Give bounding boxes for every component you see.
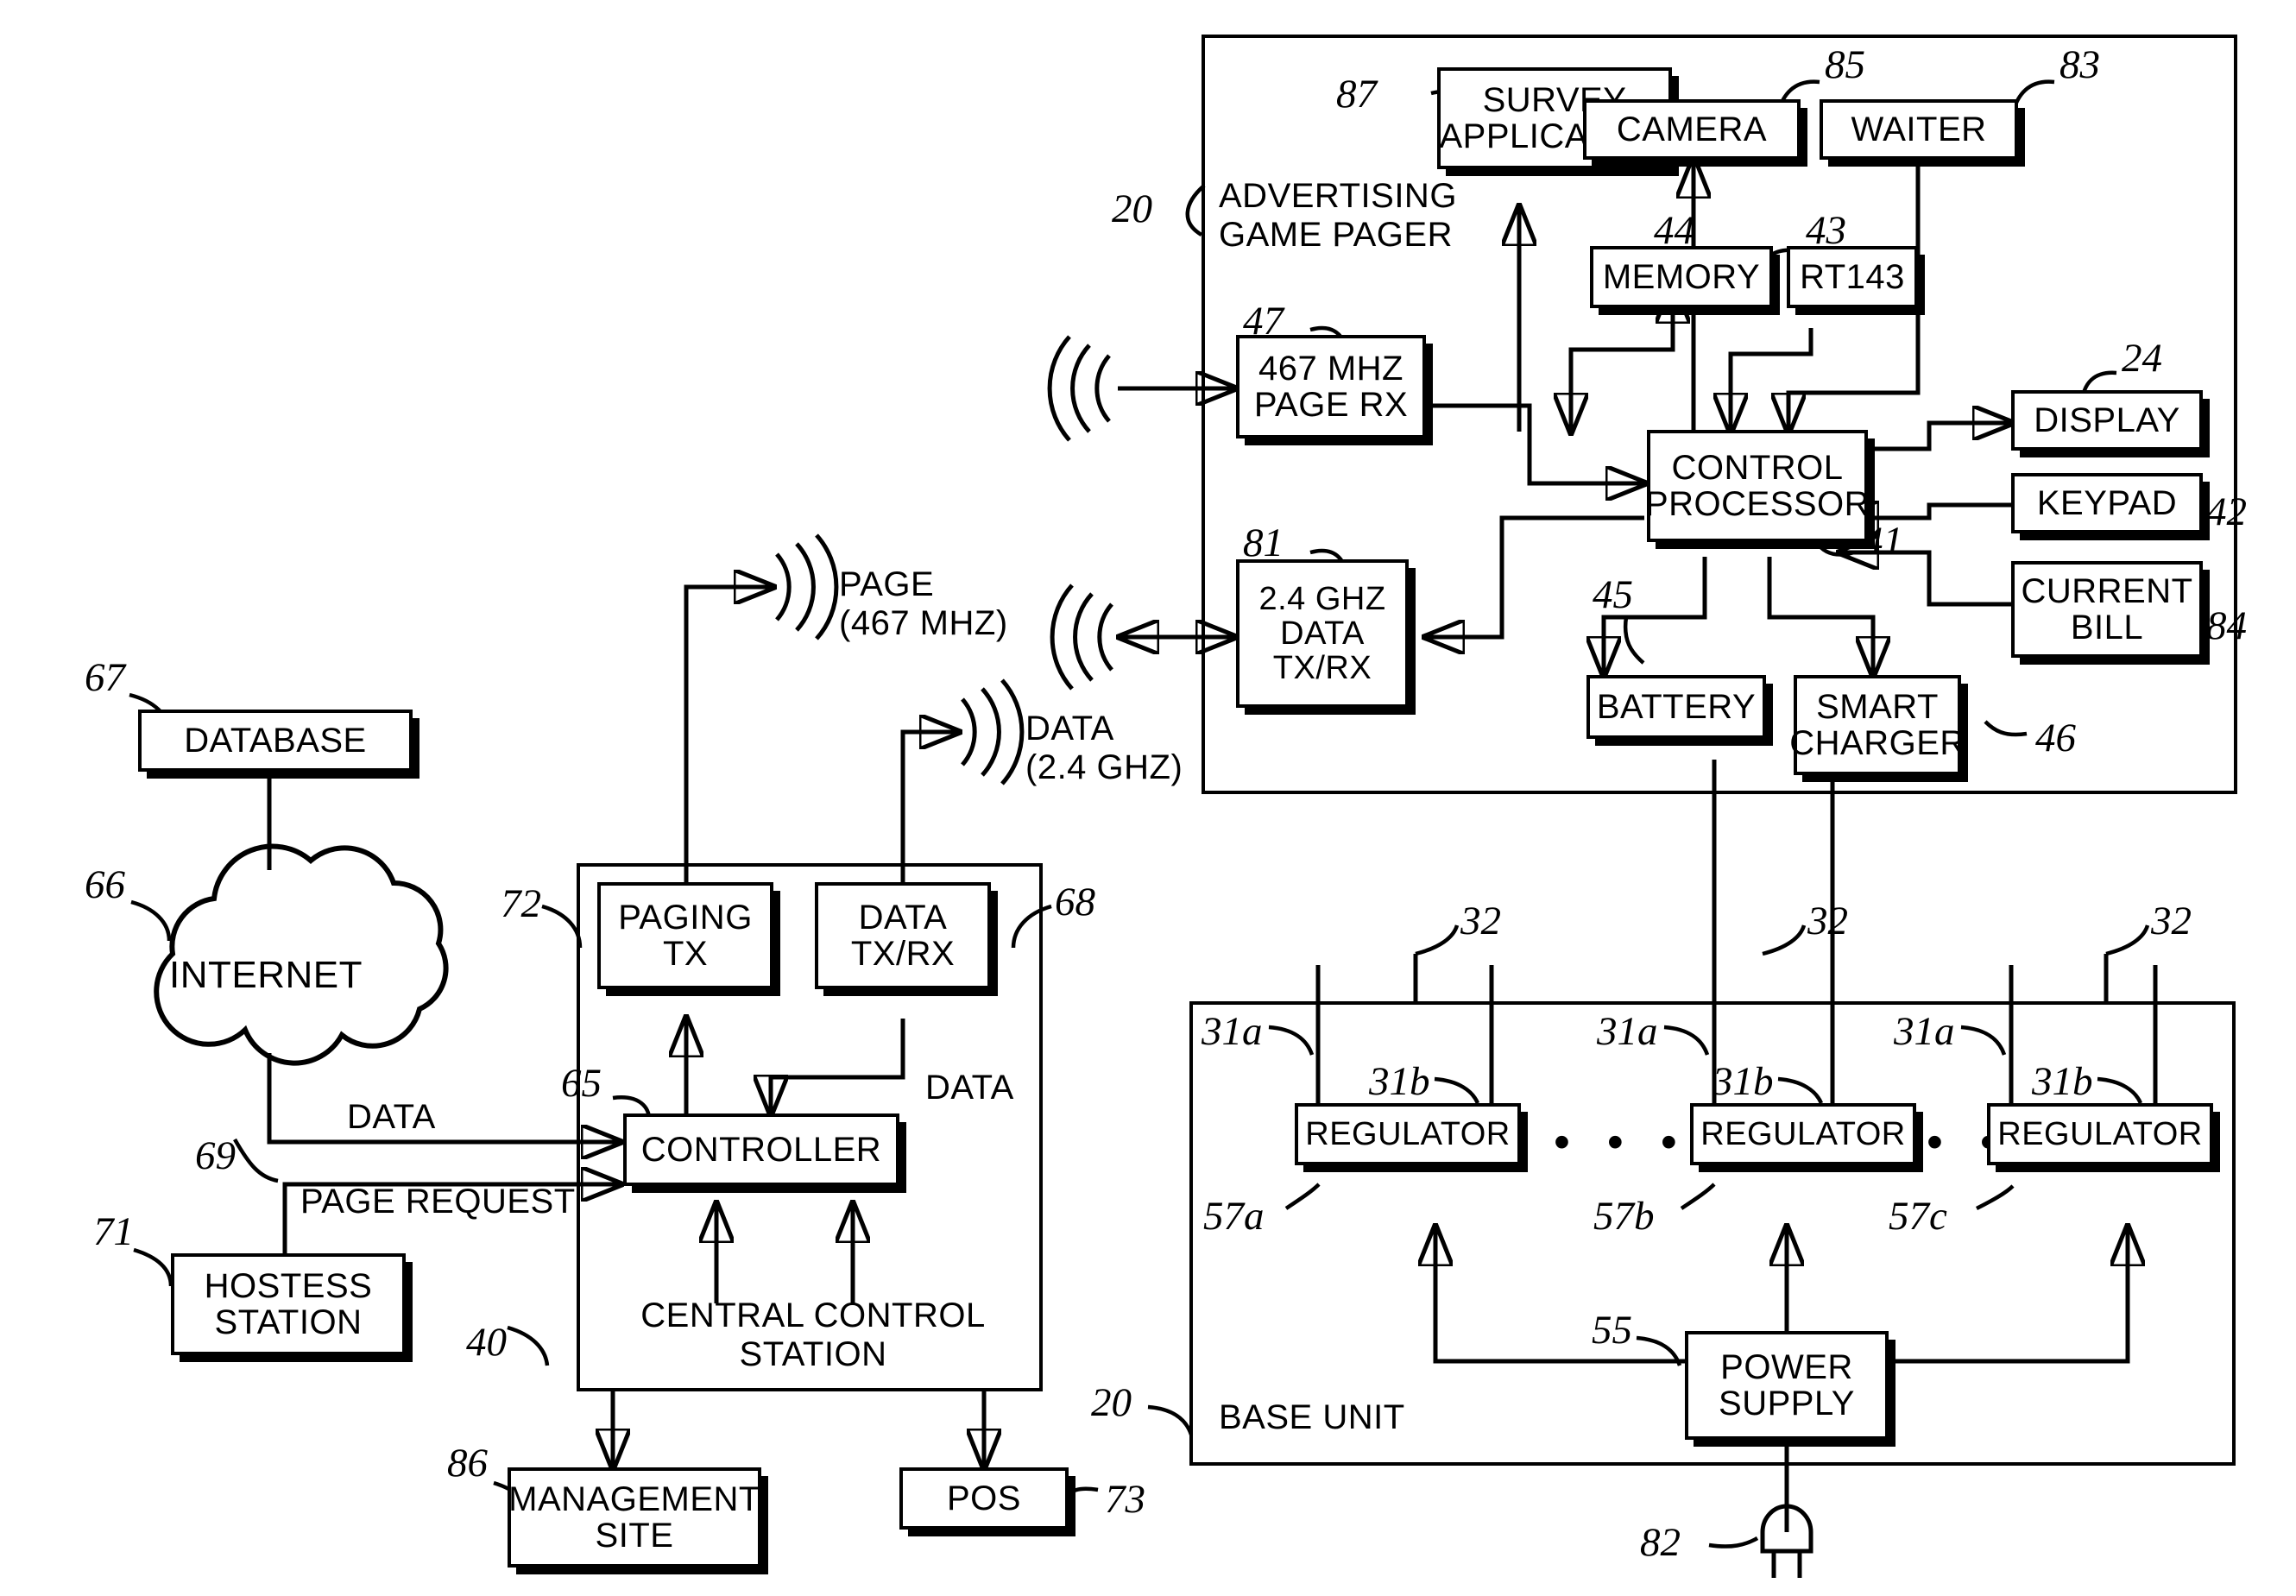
ref-47: 47	[1243, 299, 1284, 344]
ref-46: 46	[2035, 716, 2076, 760]
block-memory[interactable]: MEMORY	[1590, 246, 1773, 308]
ref-57c: 57c	[1889, 1194, 1947, 1239]
ref-83: 83	[2059, 42, 2100, 87]
ref-86: 86	[447, 1441, 488, 1486]
ref-45: 45	[1593, 572, 1633, 617]
patent-figure: ADVERTISING GAME PAGER 20 SURVEY APPLICA…	[0, 0, 2296, 1596]
block-camera[interactable]: CAMERA	[1583, 99, 1801, 160]
block-current-bill[interactable]: CURRENT BILL	[2011, 561, 2203, 658]
block-paging-tx[interactable]: PAGING TX	[597, 882, 773, 989]
ref-31a-2: 31a	[1597, 1009, 1658, 1054]
airlink-label-page: PAGE (467 MHZ)	[839, 565, 1008, 642]
ref-72: 72	[501, 881, 541, 926]
ref-31a-1: 31a	[1202, 1009, 1263, 1054]
plug-icon	[1760, 1504, 1813, 1578]
ref-24: 24	[2122, 336, 2162, 381]
block-24ghz-data-txrx[interactable]: 2.4 GHZ DATA TX/RX	[1236, 559, 1409, 708]
ref-31b-3: 31b	[2032, 1059, 2093, 1104]
ref-82: 82	[1640, 1520, 1681, 1565]
label-ccs-data: DATA	[925, 1069, 1014, 1107]
block-regulator-2[interactable]: REGULATOR	[1690, 1103, 1916, 1165]
ref-55: 55	[1592, 1308, 1632, 1353]
block-467mhz-page-rx[interactable]: 467 MHZ PAGE RX	[1236, 335, 1426, 438]
block-keypad[interactable]: KEYPAD	[2011, 473, 2203, 533]
ref-65: 65	[561, 1061, 602, 1106]
block-controller[interactable]: CONTROLLER	[623, 1113, 899, 1186]
ref-32-2: 32	[1807, 899, 1848, 943]
block-hostess-station[interactable]: HOSTESS STATION	[171, 1253, 406, 1355]
label-link-page-request: PAGE REQUEST	[300, 1183, 576, 1221]
ref-41: 41	[1863, 519, 1903, 564]
ref-31b-1: 31b	[1369, 1059, 1430, 1104]
block-power-supply[interactable]: POWER SUPPLY	[1685, 1331, 1889, 1440]
block-display[interactable]: DISPLAY	[2011, 390, 2203, 451]
ref-43: 43	[1806, 208, 1846, 253]
ref-57b: 57b	[1593, 1194, 1655, 1239]
block-database[interactable]: DATABASE	[138, 710, 413, 772]
block-regulator-3[interactable]: REGULATOR	[1987, 1103, 2213, 1165]
ref-31b-2: 31b	[1713, 1059, 1774, 1104]
ref-71: 71	[93, 1209, 134, 1254]
ref-40-ccs: 40	[466, 1320, 507, 1365]
ref-87: 87	[1336, 72, 1377, 117]
ref-20-pager: 20	[1112, 186, 1152, 231]
ref-67: 67	[85, 655, 125, 700]
ref-81: 81	[1243, 520, 1284, 565]
block-waiter[interactable]: WAITER	[1820, 99, 2018, 160]
block-rt143[interactable]: RT143	[1787, 246, 1918, 308]
block-control-processor[interactable]: CONTROL PROCESSOR	[1645, 430, 1870, 542]
ref-66: 66	[85, 862, 125, 907]
block-pos[interactable]: POS	[899, 1467, 1069, 1530]
ref-31a-3: 31a	[1894, 1009, 1955, 1054]
block-regulator-1[interactable]: REGULATOR	[1295, 1103, 1521, 1165]
ref-69: 69	[195, 1133, 236, 1178]
enclosure-title-ccs: CENTRAL CONTROL STATION	[640, 1296, 986, 1373]
ref-57a: 57a	[1203, 1194, 1265, 1239]
ref-20-base: 20	[1091, 1380, 1132, 1425]
enclosure-title-base-unit: BASE UNIT	[1219, 1398, 1405, 1436]
airlink-label-data: DATA (2.4 GHZ)	[1025, 710, 1183, 786]
ref-32-3: 32	[2151, 899, 2192, 943]
block-management-site[interactable]: MANAGEMENT SITE	[508, 1467, 761, 1568]
ref-68: 68	[1055, 880, 1095, 924]
ref-85: 85	[1825, 42, 1865, 87]
label-link-data: DATA	[347, 1098, 436, 1136]
enclosure-title-pager: ADVERTISING GAME PAGER	[1219, 177, 1457, 254]
ref-44: 44	[1654, 208, 1694, 253]
block-battery[interactable]: BATTERY	[1586, 675, 1766, 739]
ref-32-1: 32	[1460, 899, 1501, 943]
regulator-ellipsis-left: • • •	[1554, 1116, 1689, 1168]
block-ccs-data-txrx[interactable]: DATA TX/RX	[815, 882, 991, 989]
block-smart-charger[interactable]: SMART CHARGER	[1789, 675, 1965, 775]
ref-42: 42	[2206, 489, 2247, 534]
ref-73: 73	[1105, 1477, 1145, 1522]
label-internet: INTERNET	[169, 954, 363, 996]
ref-84: 84	[2206, 603, 2247, 648]
